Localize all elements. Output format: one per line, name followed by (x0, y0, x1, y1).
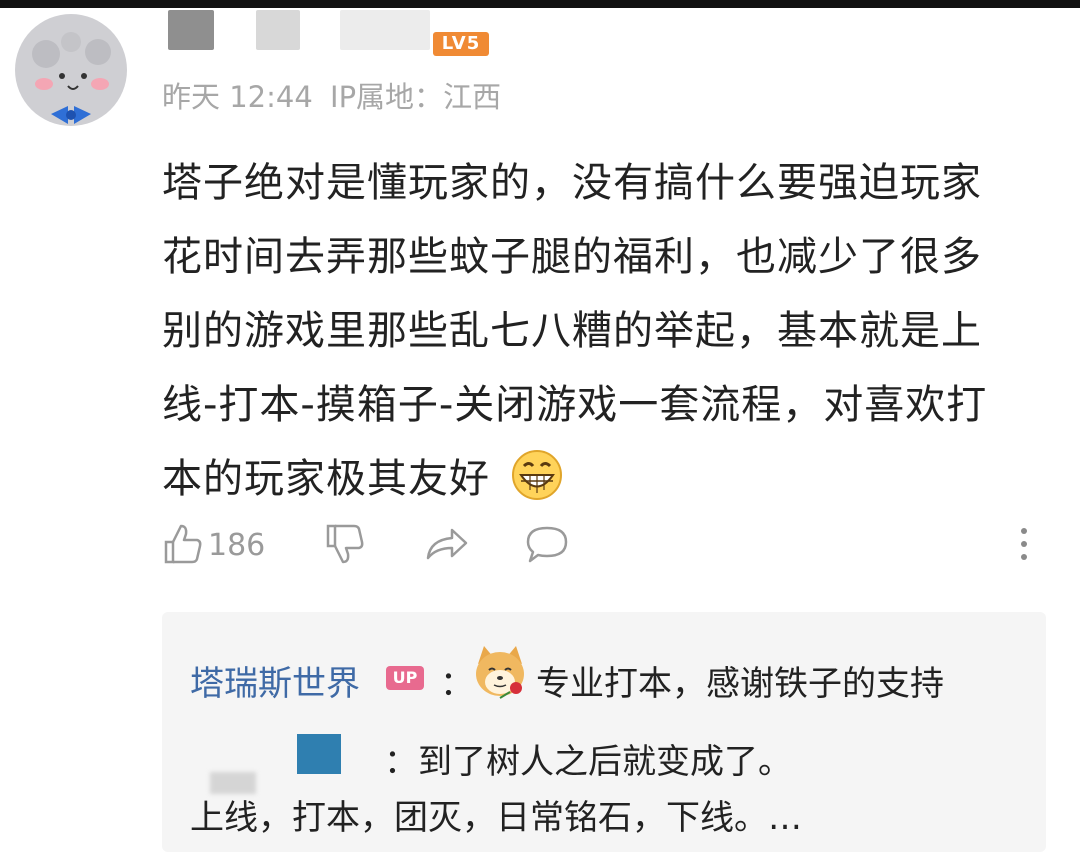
ip-label: IP属地： (330, 80, 444, 114)
content-line: 塔子绝对是懂玩家的，没有搞什么要强迫玩家 (162, 160, 982, 206)
comment-bubble-icon (526, 526, 568, 563)
grinning-emoji-icon (510, 448, 564, 526)
reply-button[interactable] (524, 522, 570, 570)
reply-author-redacted[interactable] (297, 734, 341, 774)
reply-text-continued: 上线，打本，团灭，日常铭石，下线。… (190, 798, 802, 838)
comment-meta: 昨天 12:44 IP属地：江西 (162, 74, 501, 116)
level-badge: LV5 (433, 32, 489, 56)
content-line: 线-打本-摸箱子-关闭游戏一套流程，对喜欢打 (162, 382, 988, 428)
comment-content: 塔子绝对是懂玩家的，没有搞什么要强迫玩家 花时间去弄那些蚊子腿的福利，也减少了很… (162, 146, 1022, 526)
username-redacted (340, 10, 430, 50)
ip-location: 江西 (443, 80, 502, 114)
reply-author[interactable]: 塔瑞斯世界 (190, 656, 360, 705)
user-avatar[interactable] (6, 12, 136, 132)
reply-colon: ： (440, 664, 474, 704)
reply-text: ：到了树人之后就变成了。 (384, 742, 792, 782)
share-button[interactable] (424, 522, 470, 570)
status-bar-edge (0, 0, 1080, 8)
content-line-last: 本的玩家极其友好 (162, 442, 1022, 526)
comment-time: 昨天 12:44 (162, 80, 313, 114)
reply-text: 专业打本，感谢铁子的支持 (536, 664, 944, 704)
dislike-button[interactable] (324, 522, 366, 570)
like-count: 186 (208, 528, 266, 563)
more-options-icon[interactable] (1014, 528, 1034, 568)
username-redacted[interactable] (168, 10, 214, 50)
thumbs-down-icon (326, 524, 364, 564)
username-redacted (256, 10, 300, 50)
content-line: 别的游戏里那些乱七八糟的举起，基本就是上 (162, 308, 982, 354)
content-line: 本的玩家极其友好 (162, 456, 490, 502)
like-button[interactable] (162, 522, 204, 570)
thumbs-up-icon (164, 524, 202, 564)
share-arrow-icon (426, 528, 468, 560)
content-line: 花时间去弄那些蚊子腿的福利，也减少了很多 (162, 234, 982, 280)
up-badge: UP (386, 666, 424, 690)
shiba-rose-sticker-icon (470, 642, 530, 711)
